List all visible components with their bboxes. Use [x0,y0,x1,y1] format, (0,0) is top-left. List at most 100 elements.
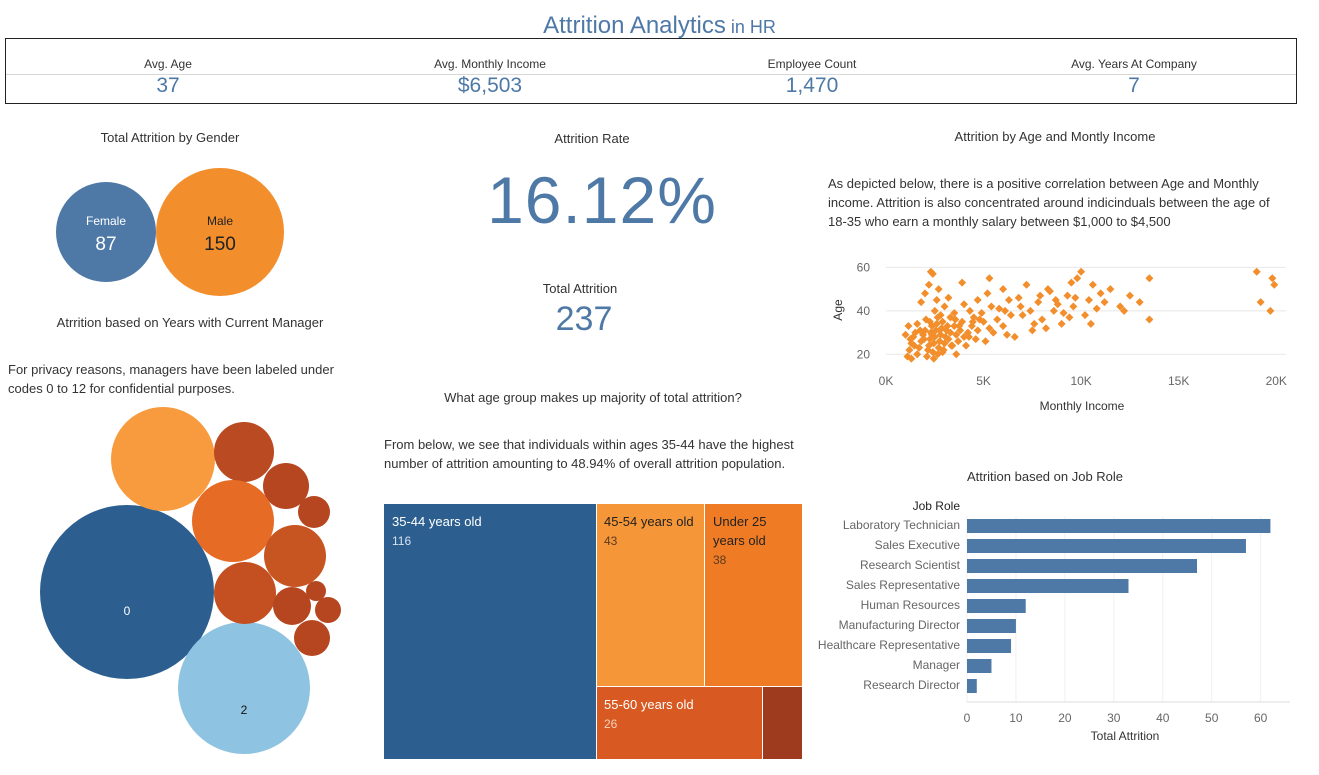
scatter-point[interactable] [981,337,990,346]
treemap-under-25[interactable] [705,504,802,686]
treemap-other[interactable] [763,687,802,759]
scatter-point[interactable] [921,289,930,298]
scatter-point[interactable] [999,285,1008,294]
manager-bubble[interactable] [111,407,215,511]
jobrole-bar[interactable] [967,659,992,673]
scatter-point[interactable] [1073,274,1082,283]
scatter-point[interactable] [1034,298,1043,307]
scatter-point[interactable] [944,293,953,302]
manager-bubble[interactable] [294,620,330,656]
scatter-point[interactable] [1030,319,1039,328]
scatter-point[interactable] [1125,291,1134,300]
scatter-point[interactable] [940,302,949,311]
manager-bubble[interactable] [214,562,276,624]
scatter-point[interactable] [1266,306,1275,315]
manager-bubble[interactable] [214,422,274,482]
scatter-point[interactable] [1063,291,1072,300]
scatter-point[interactable] [1077,267,1086,276]
scatter-point[interactable] [1028,326,1037,335]
scatter-point[interactable] [962,341,970,350]
scatter-point[interactable] [965,306,974,315]
manager-bubble[interactable] [298,496,330,528]
scatter-point[interactable] [1092,304,1101,313]
scatter-point[interactable] [985,274,994,283]
scatter-point[interactable] [1081,311,1090,320]
jobrole-bar[interactable] [967,619,1016,633]
jobrole-xtick: 10 [1009,711,1023,725]
scatter-point[interactable] [1006,311,1015,320]
jobrole-bar[interactable] [967,679,977,693]
scatter-point[interactable] [973,326,982,335]
scatter-point[interactable] [922,352,931,361]
scatter-point[interactable] [1270,280,1279,289]
scatter-point[interactable] [1010,332,1019,341]
scatter-point[interactable] [1106,285,1115,294]
scatter-point[interactable] [1026,306,1035,315]
manager-bubble[interactable] [264,525,326,587]
scatter-point[interactable] [1002,330,1011,339]
scatter-point[interactable] [1042,324,1050,333]
scatter-point[interactable] [1022,280,1031,289]
scatter-point[interactable] [1145,274,1154,283]
manager-bubble-0[interactable] [40,505,214,679]
scatter-point[interactable] [977,309,986,317]
scatter-point[interactable] [973,295,982,304]
treemap-45-54[interactable] [597,504,704,686]
total-attrition-value: 237 [555,300,613,338]
scatter-point[interactable] [1084,295,1093,304]
scatter-point[interactable] [1038,315,1047,324]
scatter-point[interactable] [934,285,943,294]
scatter-point[interactable] [1069,302,1078,311]
scatter-point[interactable] [1268,274,1277,283]
manager-bubble[interactable] [273,587,311,625]
scatter-point[interactable] [958,278,967,287]
scatter-point[interactable] [1256,298,1265,307]
manager-bubble-2[interactable] [178,622,310,754]
manager-bubble[interactable] [315,597,341,623]
scatter-point[interactable] [960,300,969,309]
scatter-point[interactable] [1088,280,1097,289]
scatter-point[interactable] [1057,319,1066,328]
scatter-point[interactable] [993,315,1002,324]
jobrole-bar[interactable] [967,639,1012,653]
male-bubble[interactable] [156,168,284,296]
treemap-35-44[interactable] [384,504,596,759]
scatter-point[interactable] [1067,278,1076,287]
scatter-point[interactable] [1065,313,1074,322]
scatter-point[interactable] [917,298,926,307]
jobrole-bar[interactable] [967,519,1271,533]
scatter-point[interactable] [954,337,963,346]
scatter-point[interactable] [983,289,992,298]
jobrole-bar[interactable] [967,559,1198,573]
jobrole-bar[interactable] [967,539,1246,553]
dashboard-title: Attrition Analytics in HR [0,12,1319,40]
scatter-point[interactable] [1004,295,1013,304]
scatter-point[interactable] [904,322,913,331]
scatter-point[interactable] [1059,309,1068,317]
scatter-point[interactable] [987,302,996,311]
scatter-point[interactable] [1252,267,1261,276]
scatter-point[interactable] [999,322,1008,331]
scatter-point[interactable] [1086,319,1095,328]
scatter-point[interactable] [1096,289,1105,298]
gender-title: Total Attrition by Gender [100,130,240,145]
scatter-point[interactable] [1145,315,1154,324]
scatter-point[interactable] [1036,291,1045,300]
scatter-point[interactable] [913,350,922,359]
scatter-point[interactable] [932,295,941,304]
scatter-point[interactable] [1100,298,1109,307]
scatter-point[interactable] [952,350,961,359]
scatter-point[interactable] [1135,298,1144,307]
scatter-point[interactable] [924,280,933,289]
scatter-point[interactable] [1014,293,1023,302]
manager-bubble[interactable] [192,480,274,562]
scatter-point[interactable] [1016,302,1025,311]
scatter-title: Attrition by Age and Montly Income [954,129,1156,144]
scatter-point[interactable] [1049,306,1058,315]
scatter-point[interactable] [971,335,980,344]
female-bubble[interactable] [56,182,156,282]
jobrole-bar[interactable] [967,599,1026,613]
scatter-point[interactable] [1071,293,1080,302]
scatter-point[interactable] [1018,311,1027,320]
jobrole-bar[interactable] [967,579,1129,593]
